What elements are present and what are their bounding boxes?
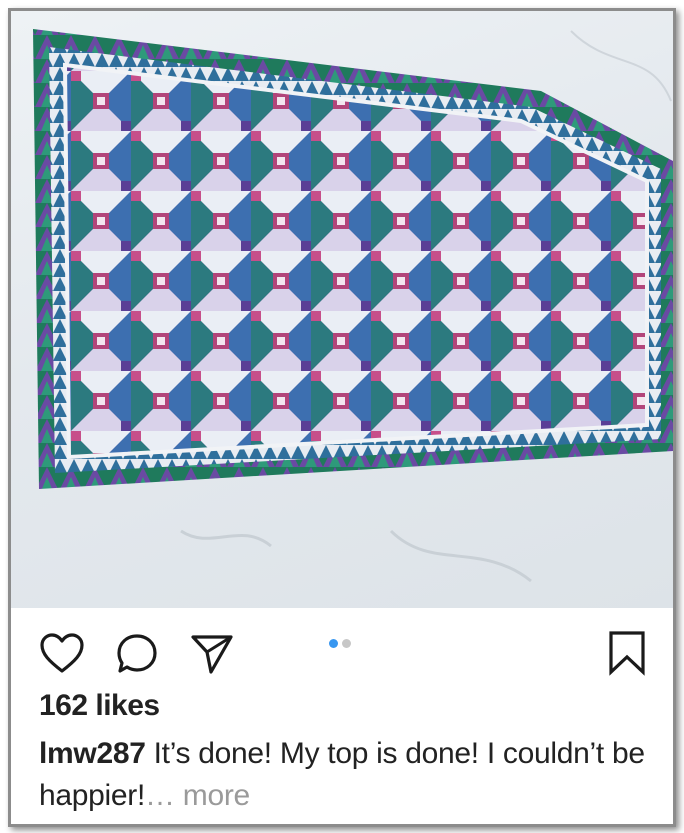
send-icon[interactable] bbox=[189, 632, 235, 676]
comment-icon[interactable] bbox=[115, 632, 159, 676]
post-card: 162 likes lmw287 It’s done! My top is do… bbox=[8, 8, 676, 827]
carousel-dot bbox=[329, 639, 338, 648]
action-bar bbox=[11, 608, 673, 688]
post-caption: lmw287 It’s done! My top is done! I coul… bbox=[39, 733, 649, 817]
heart-icon[interactable] bbox=[39, 632, 85, 674]
carousel-dot bbox=[342, 639, 351, 648]
quilt-image bbox=[33, 29, 673, 583]
more-link[interactable]: … more bbox=[145, 779, 250, 812]
bookmark-icon[interactable] bbox=[607, 630, 647, 676]
post-photo[interactable] bbox=[11, 11, 673, 608]
like-count[interactable]: 162 likes bbox=[39, 689, 160, 723]
caption-username[interactable]: lmw287 bbox=[39, 737, 146, 770]
